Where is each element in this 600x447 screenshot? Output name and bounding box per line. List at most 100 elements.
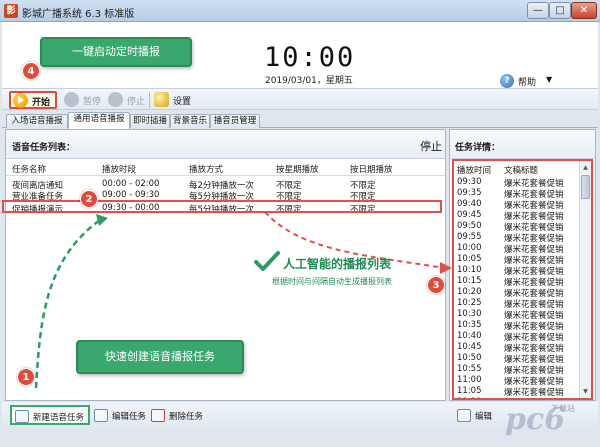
scroll-down-icon[interactable]: ▼ [581, 386, 590, 397]
start-label: 开始 [32, 98, 51, 108]
column-header-name[interactable]: 任务名称 [12, 163, 46, 175]
play-time: 10:10 [457, 265, 482, 275]
list-item[interactable]: 09:35 爆米花套餐促销 [454, 188, 580, 200]
play-time: 10:50 [457, 353, 482, 363]
start-button[interactable]: 开始 [9, 91, 57, 109]
list-item[interactable]: 10:40 爆米花套餐促销 [454, 331, 580, 343]
list-item[interactable]: 09:40 爆米花套餐促销 [454, 199, 580, 211]
chevron-down-icon: ▼ [546, 75, 553, 84]
play-time: 09:45 [457, 210, 482, 220]
cell-period: 00:00 - 02:00 [102, 179, 160, 189]
list-item[interactable]: 10:35 爆米花套餐促销 [454, 320, 580, 332]
column-header-date[interactable]: 按日期播放 [350, 163, 393, 175]
play-time: 09:35 [457, 188, 482, 198]
pause-icon [64, 92, 79, 107]
new-task-label: 新建语音任务 [33, 413, 85, 423]
stop-button[interactable]: 停止 [108, 91, 148, 109]
list-item[interactable]: 10:50 爆米花套餐促销 [454, 353, 580, 365]
play-time: 10:15 [457, 276, 482, 286]
close-button[interactable]: ✕ [571, 2, 597, 19]
play-time: 10:30 [457, 309, 482, 319]
tab-entry-announcement[interactable]: 入场语音播报 [6, 114, 68, 128]
selected-row-highlight [2, 200, 442, 213]
scroll-up-icon[interactable]: ▲ [581, 162, 590, 173]
cell-period: 09:00 - 09:30 [102, 190, 160, 200]
list-item[interactable]: 09:55 爆米花套餐促销 [454, 232, 580, 244]
schedule-list[interactable]: 播放时间 文稿标题 09:30 爆米花套餐促销 09:35 爆米花套餐促销 09:40 爆… [452, 159, 593, 400]
play-time: 10:55 [457, 364, 482, 374]
task-list-title: 语音任务列表： [12, 143, 76, 153]
stop-label: 停止 [127, 97, 146, 107]
task-detail-title: 任务详情： [455, 143, 501, 153]
step-badge: 2 [80, 190, 98, 208]
maximize-button[interactable]: □ [549, 2, 571, 19]
play-time: 10:40 [457, 331, 482, 341]
clock-date: 2019/03/01，星期五 [265, 76, 353, 86]
site-watermark: pc6 下载站 [475, 400, 597, 440]
tab-strip: 入场语音播报 通用语音播报 即时插播 背景音乐 播音员管理 [2, 111, 598, 129]
scroll-thumb[interactable] [581, 175, 590, 199]
tab-background-music[interactable]: 背景音乐 [170, 114, 210, 128]
play-time: 09:30 [457, 177, 482, 187]
list-item[interactable]: 10:20 爆米花套餐促销 [454, 287, 580, 299]
column-header-weekday[interactable]: 按星期播放 [276, 163, 319, 175]
edit-icon [457, 409, 471, 422]
list-item[interactable]: 09:30 爆米花套餐促销 [454, 177, 580, 189]
tab-announcer-management[interactable]: 播音员管理 [210, 114, 260, 128]
list-item[interactable]: 09:45 爆米花套餐促销 [454, 210, 580, 222]
minimize-button[interactable]: — [527, 2, 549, 19]
settings-label: 设置 [173, 97, 192, 107]
list-item[interactable]: 11:00 爆米花套餐促销 [454, 375, 580, 387]
list-item[interactable]: 09:50 爆米花套餐促销 [454, 221, 580, 233]
app-logo-icon: 影 [4, 4, 18, 18]
task-list-header: 语音任务列表： 停止 [6, 130, 445, 159]
edit-icon [94, 409, 108, 422]
column-header-play-time[interactable]: 播放时间 [457, 164, 491, 176]
play-time: 10:45 [457, 342, 482, 352]
tab-general-announcement[interactable]: 通用语音播报 [68, 112, 130, 129]
play-time: 09:40 [457, 199, 482, 209]
step-badge: 4 [22, 62, 40, 80]
play-time: 10:00 [457, 243, 482, 253]
ai-list-subcaption: 根据时间与间隔自动生成播报列表 [272, 277, 392, 286]
play-time: 10:25 [457, 298, 482, 308]
play-icon [13, 93, 28, 108]
list-item[interactable]: 10:30 爆米花套餐促销 [454, 309, 580, 321]
settings-button[interactable]: 设置 [154, 91, 198, 109]
list-item[interactable]: 10:25 爆米花套餐促销 [454, 298, 580, 310]
title-bar: 影 影城广播系统 6.3 标准版 — □ ✕ [0, 0, 600, 22]
play-time: 10:35 [457, 320, 482, 330]
new-voice-task-button[interactable]: 新建语音任务 [10, 405, 90, 425]
playback-status: 停止 [420, 140, 442, 153]
header-divider [6, 175, 445, 176]
table-row[interactable]: 夜间离店通知 00:00 - 02:00 每2分钟播放一次 不限定 不限定 [6, 179, 445, 191]
edit-task-label: 编辑任务 [112, 412, 147, 422]
list-item[interactable]: 10:00 爆米花套餐促销 [454, 243, 580, 255]
pause-button[interactable]: 暂停 [64, 91, 104, 109]
play-time: 10:20 [457, 287, 482, 297]
task-detail-panel: 任务详情： 播放时间 文稿标题 09:30 爆米花套餐促销 09:35 爆米花套餐促销… [449, 129, 596, 401]
column-header-period[interactable]: 播放时段 [102, 163, 136, 175]
play-time: 09:50 [457, 221, 482, 231]
scrollbar[interactable]: ▲ ▼ [579, 161, 591, 398]
play-time: 10:05 [457, 254, 482, 264]
pause-label: 暂停 [83, 97, 102, 107]
tab-instant-insert[interactable]: 即时插播 [130, 114, 170, 128]
column-header-mode[interactable]: 播放方式 [189, 163, 223, 175]
delete-task-button[interactable]: 删除任务 [151, 408, 207, 424]
toolbar: 开始 暂停 停止 设置 [2, 88, 598, 110]
list-item[interactable]: 10:15 爆米花套餐促销 [454, 276, 580, 288]
check-icon [254, 251, 280, 271]
help-label: 帮助 [518, 78, 537, 88]
column-header-script-title[interactable]: 文稿标题 [504, 164, 538, 176]
list-item[interactable]: 11:05 爆米花套餐促销 [454, 386, 580, 398]
list-item[interactable]: 10:05 爆米花套餐促销 [454, 254, 580, 266]
edit-task-button[interactable]: 编辑任务 [94, 408, 146, 424]
list-item[interactable]: 10:45 爆米花套餐促销 [454, 342, 580, 354]
list-item[interactable]: 10:10 爆米花套餐促销 [454, 265, 580, 277]
list-item[interactable]: 10:55 爆米花套餐促销 [454, 364, 580, 376]
window-title: 影城广播系统 6.3 标准版 [22, 9, 135, 20]
watermark-subtext: 下载站 [551, 404, 575, 413]
play-time: 11:05 [457, 386, 482, 396]
delete-icon [151, 409, 165, 422]
